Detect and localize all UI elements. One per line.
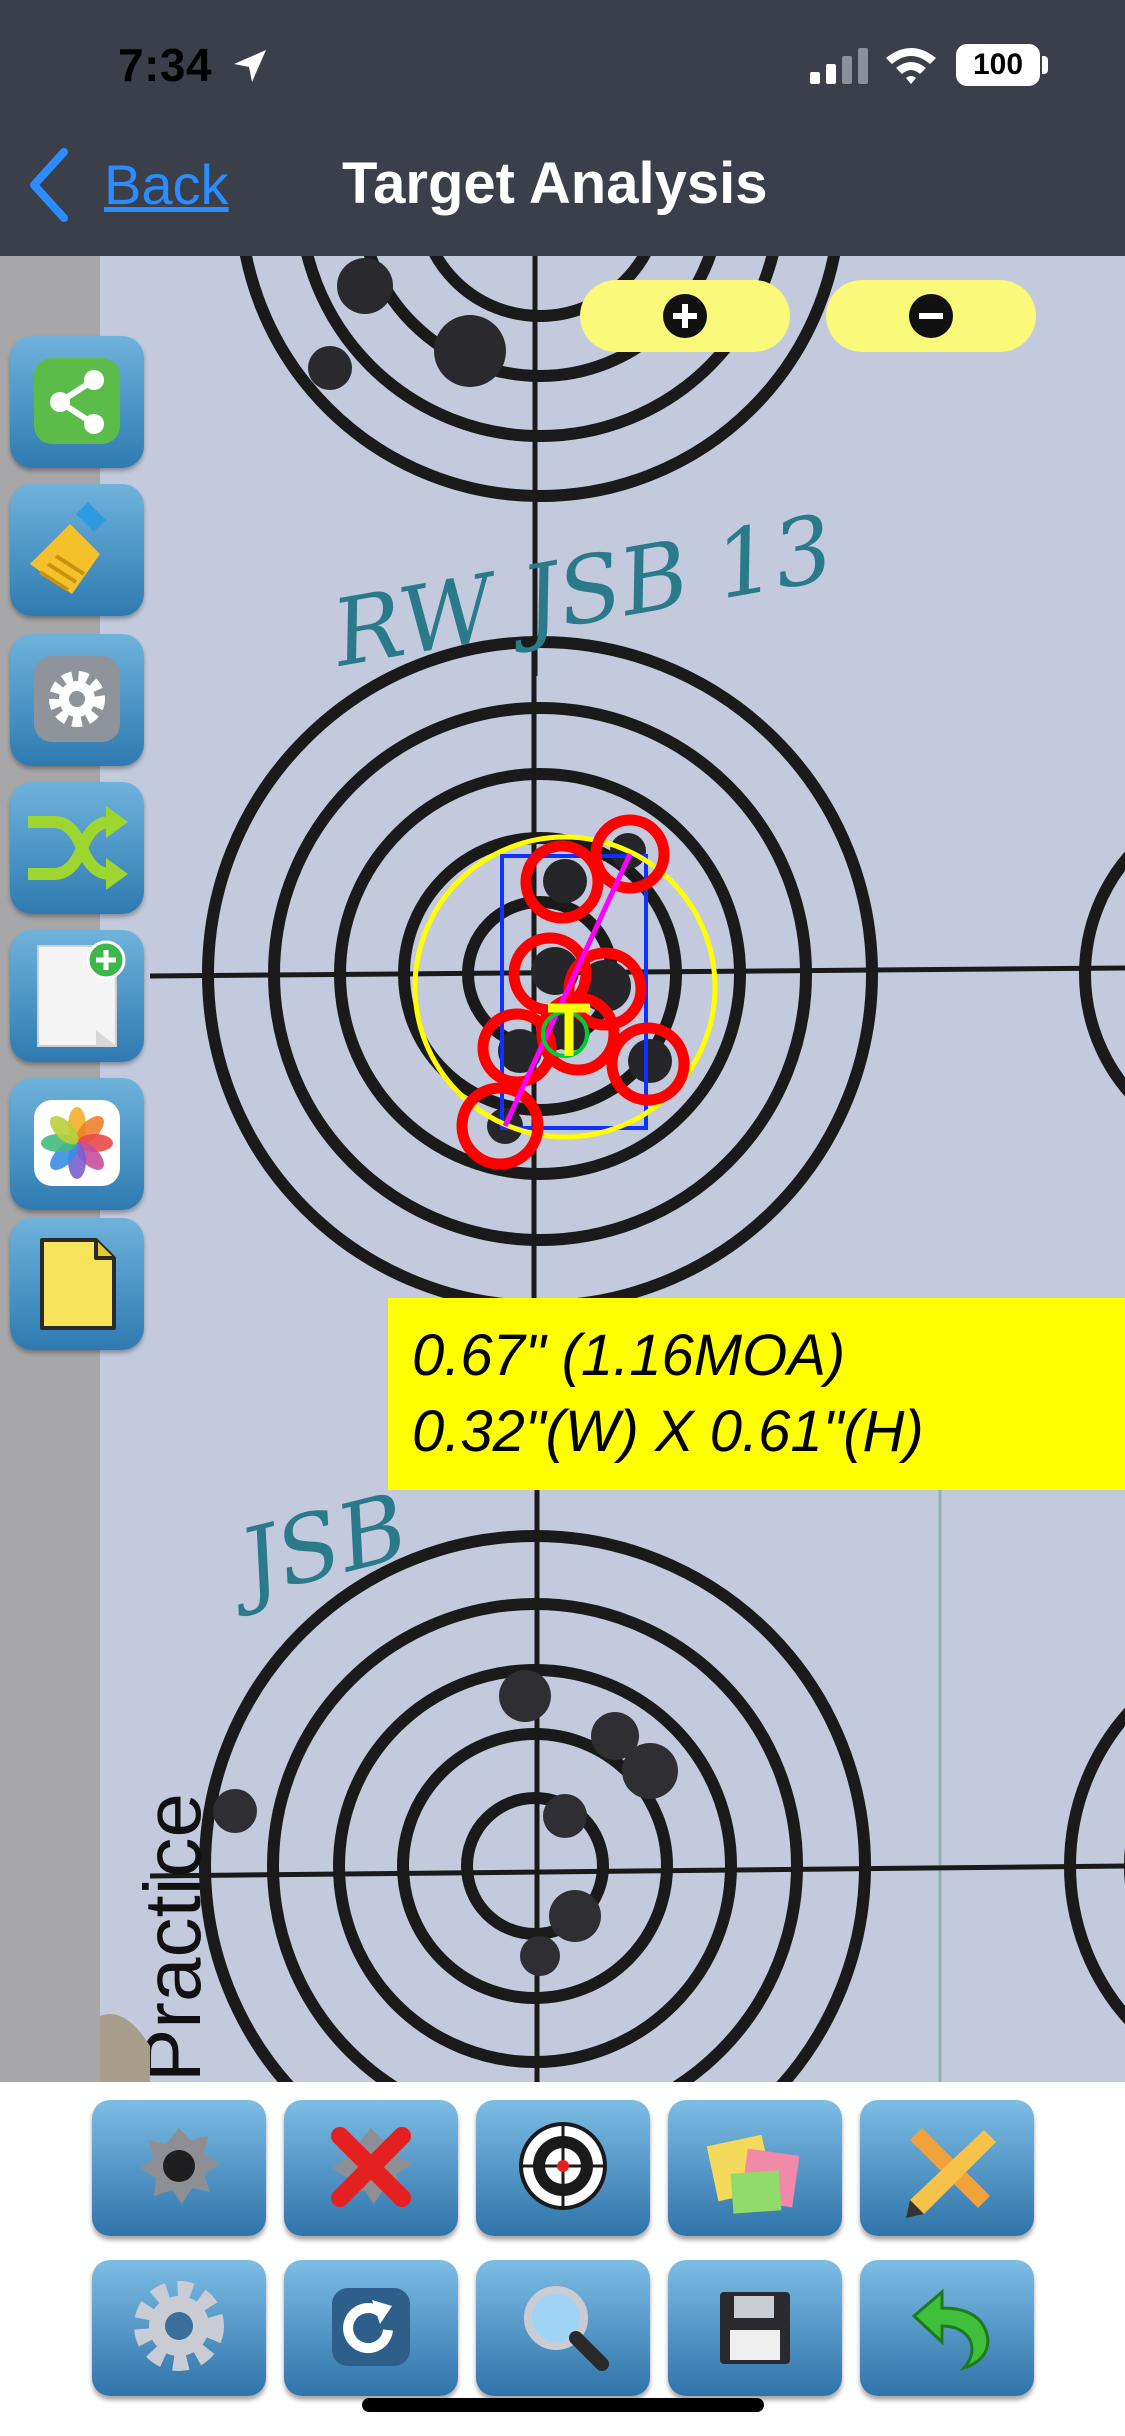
target-center-icon bbox=[519, 2122, 607, 2210]
search-button[interactable] bbox=[476, 2260, 650, 2396]
result-line-dimensions: 0.32"(W) X 0.61"(H) bbox=[412, 1399, 924, 1464]
delete-hole-button[interactable] bbox=[284, 2100, 458, 2236]
save-button[interactable] bbox=[668, 2260, 842, 2396]
zoom-in-icon bbox=[663, 294, 707, 338]
battery-tip bbox=[1042, 56, 1048, 74]
undo-button[interactable] bbox=[860, 2260, 1034, 2396]
page-title: Target Analysis bbox=[342, 151, 768, 216]
shuffle-icon bbox=[28, 806, 128, 890]
undo-arrow-icon bbox=[911, 2288, 990, 2372]
zoom-out-button[interactable] bbox=[826, 280, 1036, 352]
measure-button[interactable] bbox=[860, 2100, 1034, 2236]
result-line-size: 0.67" (1.16MOA) bbox=[412, 1323, 846, 1388]
notes-button[interactable] bbox=[668, 2100, 842, 2236]
add-hole-button[interactable] bbox=[92, 2100, 266, 2236]
magnifier-icon bbox=[524, 2286, 609, 2371]
gear-button[interactable] bbox=[92, 2260, 266, 2396]
new-document-icon bbox=[37, 940, 126, 1047]
gear-icon bbox=[134, 2281, 224, 2371]
settings-icon bbox=[34, 656, 120, 742]
target-photo[interactable]: RW JSB 13 JSB Practice bbox=[0, 256, 1125, 2082]
home-indicator bbox=[362, 2398, 764, 2412]
share-button[interactable] bbox=[10, 336, 144, 468]
delete-hole-icon bbox=[331, 2127, 412, 2207]
refresh-button[interactable] bbox=[284, 2260, 458, 2396]
status-time: 7:34 bbox=[118, 39, 213, 91]
wifi-icon bbox=[886, 48, 936, 84]
clear-button[interactable] bbox=[10, 484, 144, 616]
battery-icon: 100 bbox=[956, 44, 1040, 86]
screen: 7:34 100 Back Target Analysis RW JSB 13 … bbox=[0, 0, 1125, 2436]
photos-icon bbox=[34, 1100, 120, 1186]
back-button[interactable]: Back bbox=[104, 152, 229, 217]
settings-button[interactable] bbox=[10, 634, 144, 766]
target-center-button[interactable] bbox=[476, 2100, 650, 2236]
floppy-save-icon bbox=[720, 2292, 790, 2364]
sticky-notes-icon bbox=[706, 2134, 800, 2214]
chevron-left-icon[interactable] bbox=[26, 146, 70, 224]
cellular-signal-icon bbox=[810, 48, 868, 84]
note-button[interactable] bbox=[10, 1218, 144, 1350]
note-icon bbox=[40, 1238, 116, 1330]
share-icon bbox=[34, 358, 120, 444]
shuffle-button[interactable] bbox=[10, 782, 144, 914]
zoom-out-icon bbox=[909, 294, 953, 338]
new-document-button[interactable] bbox=[10, 930, 144, 1062]
refresh-icon bbox=[332, 2288, 410, 2366]
photos-button[interactable] bbox=[10, 1078, 144, 1210]
bullet-hole-icon bbox=[140, 2128, 220, 2204]
group-size-result: 0.67" (1.16MOA) 0.32"(W) X 0.61"(H) bbox=[388, 1298, 1125, 1490]
broom-clean-icon bbox=[30, 502, 106, 594]
ruler-pencil-icon bbox=[906, 2128, 996, 2218]
zoom-in-button[interactable] bbox=[580, 280, 790, 352]
location-arrow-icon bbox=[234, 50, 266, 82]
